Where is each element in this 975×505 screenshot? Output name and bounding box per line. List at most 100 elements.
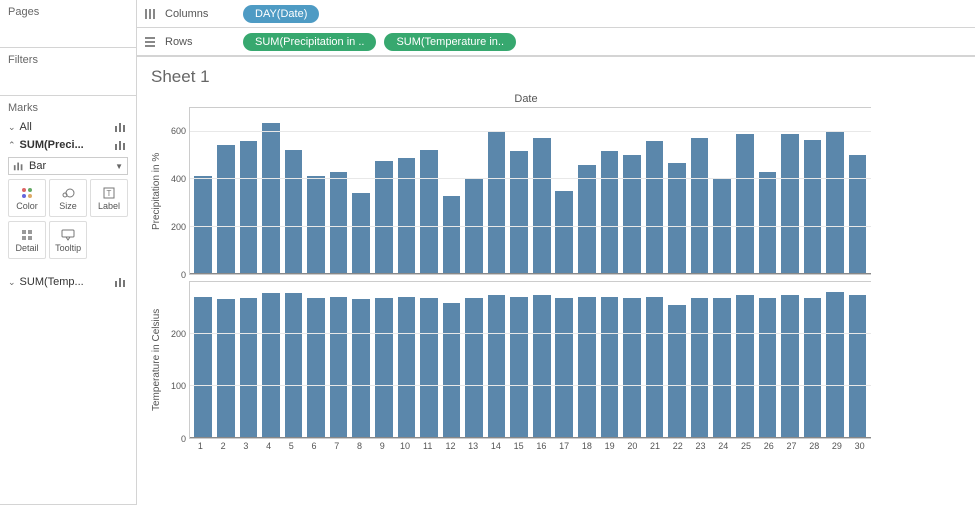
- label-label: Label: [98, 201, 120, 211]
- x-tick: 26: [757, 439, 780, 451]
- detail-label: Detail: [16, 243, 39, 253]
- size-icon: [61, 185, 75, 201]
- detail-button[interactable]: Detail: [8, 221, 46, 259]
- x-tick: 20: [621, 439, 644, 451]
- bar[interactable]: [217, 145, 235, 274]
- chevron-down-icon: ⌄: [8, 122, 16, 133]
- marks-card2-label: SUM(Temp...: [20, 276, 114, 288]
- bar[interactable]: [691, 138, 709, 274]
- rows-shelf[interactable]: Rows SUM(Precipitation in .. SUM(Tempera…: [137, 28, 975, 56]
- tooltip-button[interactable]: Tooltip: [49, 221, 87, 259]
- filters-shelf[interactable]: Filters: [0, 48, 136, 96]
- bar[interactable]: [398, 158, 416, 274]
- bar[interactable]: [285, 293, 303, 438]
- bar[interactable]: [488, 295, 506, 438]
- bar[interactable]: [849, 155, 867, 274]
- bar[interactable]: [555, 298, 573, 438]
- viz-area: Sheet 1 Date Precipitation in % 60040020…: [137, 56, 975, 505]
- x-tick: 2: [212, 439, 235, 451]
- bar[interactable]: [713, 298, 731, 438]
- marks-card1-row[interactable]: ⌃ SUM(Preci...: [8, 136, 128, 154]
- x-tick: 6: [303, 439, 326, 451]
- left-panel: Pages Filters Marks ⌄ All ⌃ SUM(Preci...…: [0, 0, 137, 505]
- y-tick: 200: [171, 222, 186, 232]
- bar[interactable]: [781, 134, 799, 274]
- rows-pill-temperature[interactable]: SUM(Temperature in..: [384, 33, 516, 51]
- bar[interactable]: [578, 165, 596, 274]
- bar[interactable]: [578, 297, 596, 438]
- bar[interactable]: [533, 295, 551, 438]
- bar[interactable]: [510, 151, 528, 274]
- bar[interactable]: [307, 298, 325, 438]
- bar[interactable]: [623, 298, 641, 438]
- bar[interactable]: [240, 141, 258, 274]
- bar[interactable]: [646, 297, 664, 438]
- bars-icon: [114, 140, 128, 150]
- bar[interactable]: [443, 196, 461, 274]
- bar[interactable]: [533, 138, 551, 274]
- bar[interactable]: [420, 150, 438, 275]
- color-button[interactable]: Color: [8, 179, 46, 217]
- bar[interactable]: [668, 305, 686, 438]
- bar[interactable]: [262, 293, 280, 438]
- bar[interactable]: [398, 297, 416, 438]
- bar[interactable]: [330, 172, 348, 274]
- y-tick: 100: [171, 381, 186, 391]
- bar[interactable]: [804, 140, 822, 274]
- bar[interactable]: [736, 295, 754, 438]
- x-tick: 30: [848, 439, 871, 451]
- bar[interactable]: [668, 163, 686, 274]
- bar[interactable]: [217, 299, 235, 438]
- bar[interactable]: [510, 297, 528, 438]
- y-tick: 400: [171, 174, 186, 184]
- bar[interactable]: [759, 298, 777, 438]
- bar[interactable]: [601, 151, 619, 274]
- rows-pill-precipitation[interactable]: SUM(Precipitation in ..: [243, 33, 376, 51]
- marks-all-row[interactable]: ⌄ All: [8, 118, 128, 136]
- bar[interactable]: [623, 155, 641, 274]
- y2-axis-label: Temperature in Celsius: [151, 281, 165, 439]
- bar[interactable]: [375, 298, 393, 438]
- bar[interactable]: [713, 179, 731, 274]
- bar[interactable]: [601, 297, 619, 438]
- bar[interactable]: [352, 299, 370, 438]
- bar[interactable]: [285, 150, 303, 275]
- size-label: Size: [59, 201, 77, 211]
- bar[interactable]: [691, 298, 709, 438]
- bar[interactable]: [352, 193, 370, 274]
- plot-precipitation[interactable]: [189, 107, 871, 275]
- bar[interactable]: [262, 123, 280, 274]
- pages-shelf[interactable]: Pages: [0, 0, 136, 48]
- right-area: Columns DAY(Date) Rows SUM(Precipitation…: [137, 0, 975, 505]
- label-button[interactable]: T Label: [90, 179, 128, 217]
- bar[interactable]: [240, 298, 258, 438]
- x-tick: 25: [735, 439, 758, 451]
- bar[interactable]: [781, 295, 799, 438]
- bar[interactable]: [465, 298, 483, 438]
- size-button[interactable]: Size: [49, 179, 87, 217]
- y1-axis-label: Precipitation in %: [151, 107, 165, 275]
- columns-icon: [143, 7, 157, 21]
- bar[interactable]: [804, 298, 822, 438]
- bar[interactable]: [849, 295, 867, 438]
- bar[interactable]: [443, 303, 461, 438]
- bar[interactable]: [759, 172, 777, 274]
- bar[interactable]: [330, 297, 348, 438]
- marks-card2-row[interactable]: ⌄ SUM(Temp...: [8, 273, 128, 291]
- x-tick: 29: [826, 439, 849, 451]
- detail-icon: [21, 227, 33, 243]
- date-axis-title: Date: [181, 93, 871, 105]
- sheet-title[interactable]: Sheet 1: [151, 67, 961, 87]
- bar[interactable]: [194, 297, 212, 438]
- bar[interactable]: [555, 191, 573, 274]
- bar[interactable]: [826, 292, 844, 438]
- bar[interactable]: [646, 141, 664, 274]
- columns-shelf[interactable]: Columns DAY(Date): [137, 0, 975, 28]
- columns-pill-day-date[interactable]: DAY(Date): [243, 5, 319, 23]
- bar[interactable]: [736, 134, 754, 274]
- plot-temperature[interactable]: [189, 281, 871, 439]
- mark-type-dropdown[interactable]: Bar ▼: [8, 157, 128, 175]
- bar[interactable]: [826, 132, 844, 274]
- bar[interactable]: [488, 131, 506, 274]
- bar[interactable]: [420, 298, 438, 438]
